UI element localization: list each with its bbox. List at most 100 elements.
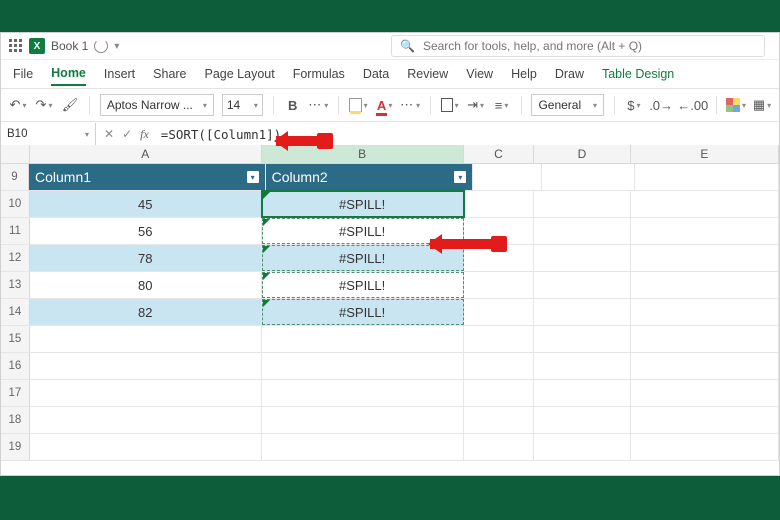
workbook-name[interactable]: Book 1 [51, 39, 88, 53]
name-box[interactable]: B10▾ [1, 123, 96, 145]
font-size-select[interactable]: 14▾ [222, 94, 263, 116]
cell[interactable] [631, 407, 779, 433]
cell[interactable] [631, 380, 779, 406]
cell[interactable] [631, 434, 779, 460]
col-header-e[interactable]: E [631, 145, 779, 163]
tab-home[interactable]: Home [51, 62, 86, 86]
borders-button[interactable] [441, 95, 459, 115]
cell[interactable] [631, 299, 779, 325]
error-indicator-icon[interactable] [263, 192, 270, 199]
cell[interactable] [631, 353, 779, 379]
row-header[interactable]: 18 [1, 407, 30, 433]
row-header[interactable]: 17 [1, 380, 30, 406]
cell[interactable] [262, 326, 464, 352]
tab-help[interactable]: Help [511, 63, 537, 85]
cell[interactable] [30, 353, 262, 379]
row-header[interactable]: 15 [1, 326, 30, 352]
tab-view[interactable]: View [466, 63, 493, 85]
row-header[interactable]: 16 [1, 353, 30, 379]
cell-col1[interactable]: 45 [30, 191, 262, 217]
row-header[interactable]: 9 [1, 164, 29, 190]
table-header-col2[interactable]: Column2▾ [266, 164, 474, 190]
cell-col2[interactable]: #SPILL! [262, 272, 464, 298]
more-font-button[interactable]: ⋯ [310, 95, 328, 115]
tab-file[interactable]: File [13, 63, 33, 85]
cell[interactable] [631, 218, 779, 244]
search-box[interactable]: 🔍 [391, 35, 765, 57]
table-header-col1[interactable]: Column1▾ [29, 164, 266, 190]
cell[interactable] [534, 326, 631, 352]
error-indicator-icon[interactable] [263, 273, 270, 280]
number-format-select[interactable]: General▾ [531, 94, 604, 116]
cell[interactable] [534, 299, 631, 325]
cell-col2[interactable]: #SPILL! [262, 299, 464, 325]
error-indicator-icon[interactable] [263, 219, 270, 226]
cell[interactable] [631, 272, 779, 298]
row-header[interactable]: 14 [1, 299, 30, 325]
cell[interactable] [262, 407, 464, 433]
row-header[interactable]: 10 [1, 191, 30, 217]
tab-review[interactable]: Review [407, 63, 448, 85]
fx-icon[interactable]: fx [140, 127, 149, 142]
cell[interactable] [534, 218, 631, 244]
title-chevron-icon[interactable]: ▾ [114, 41, 119, 52]
tab-draw[interactable]: Draw [555, 63, 584, 85]
cell[interactable] [464, 191, 535, 217]
cell[interactable] [534, 434, 631, 460]
font-name-select[interactable]: Aptos Narrow ...▾ [100, 94, 214, 116]
formula-input[interactable] [157, 127, 779, 142]
cell[interactable] [534, 245, 631, 271]
app-launcher-icon[interactable] [9, 39, 23, 53]
cell-col1[interactable]: 80 [30, 272, 262, 298]
tab-table-design[interactable]: Table Design [602, 63, 674, 85]
col-header-d[interactable]: D [534, 145, 631, 163]
cell-col1[interactable]: 78 [30, 245, 262, 271]
conditional-format-button[interactable] [727, 95, 745, 115]
cell[interactable] [534, 407, 631, 433]
tab-data[interactable]: Data [363, 63, 389, 85]
cell[interactable] [30, 380, 262, 406]
tab-share[interactable]: Share [153, 63, 186, 85]
bold-button[interactable]: B [284, 95, 302, 115]
cell[interactable] [30, 434, 262, 460]
cell[interactable] [631, 191, 779, 217]
cell[interactable] [534, 191, 631, 217]
cell[interactable] [534, 380, 631, 406]
error-indicator-icon[interactable] [263, 246, 270, 253]
row-header[interactable]: 13 [1, 272, 30, 298]
filter-dropdown-icon[interactable]: ▾ [247, 171, 259, 183]
error-indicator-icon[interactable] [263, 300, 270, 307]
redo-button[interactable]: ↷ [35, 95, 53, 115]
decrease-decimal-button[interactable]: .0→ [651, 95, 672, 115]
cell[interactable] [262, 380, 464, 406]
search-input[interactable] [421, 38, 756, 54]
tab-page-layout[interactable]: Page Layout [205, 63, 275, 85]
cell[interactable] [631, 326, 779, 352]
more-color-button[interactable]: ⋯ [402, 95, 420, 115]
cell-styles-button[interactable]: ▦ [753, 95, 771, 115]
cell-col1[interactable]: 56 [30, 218, 262, 244]
cell[interactable] [534, 353, 631, 379]
format-painter-button[interactable]: 🖌 [61, 95, 79, 115]
cell[interactable] [473, 164, 541, 190]
cell-col1[interactable]: 82 [30, 299, 262, 325]
cell[interactable] [542, 164, 636, 190]
cell[interactable] [534, 272, 631, 298]
cell[interactable] [635, 164, 779, 190]
cell[interactable] [464, 272, 535, 298]
fill-color-button[interactable] [349, 95, 368, 115]
col-header-c[interactable]: C [464, 145, 535, 163]
cell[interactable] [464, 407, 535, 433]
cancel-formula-button[interactable]: ✕ [104, 127, 114, 141]
merge-button[interactable]: ⇥ [467, 95, 485, 115]
tab-insert[interactable]: Insert [104, 63, 135, 85]
col-header-a[interactable]: A [30, 145, 262, 163]
cell[interactable] [464, 380, 535, 406]
font-color-button[interactable]: A [376, 95, 394, 115]
cell[interactable] [464, 353, 535, 379]
cell[interactable] [464, 434, 535, 460]
cell[interactable] [464, 326, 535, 352]
cell[interactable] [464, 299, 535, 325]
cell[interactable] [262, 353, 464, 379]
cell[interactable] [631, 245, 779, 271]
